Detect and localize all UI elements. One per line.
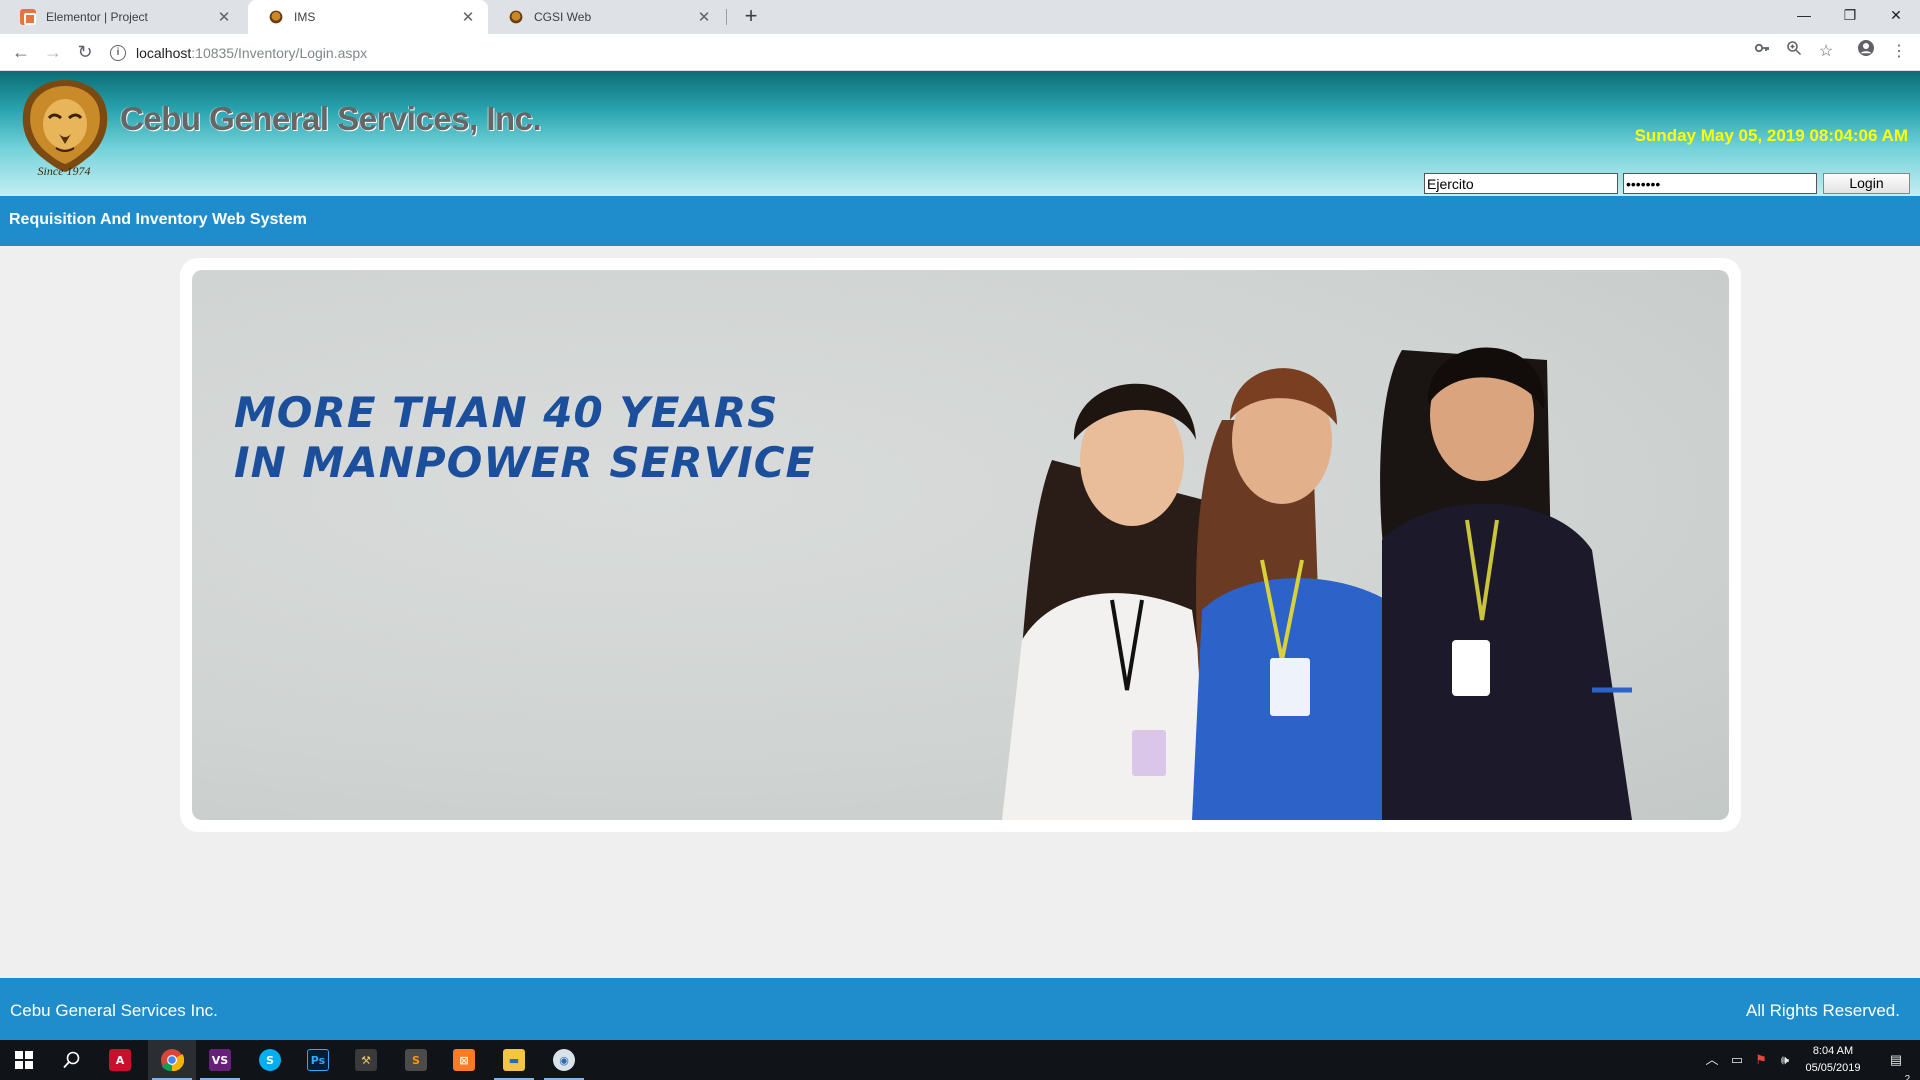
- close-window-icon[interactable]: ✕: [1873, 0, 1919, 30]
- zoom-icon[interactable]: [1781, 39, 1807, 65]
- taskbar-app-visual-studio[interactable]: VS: [196, 1040, 244, 1080]
- elementor-icon: [20, 9, 36, 25]
- headline-line-2: IN MANPOWER SERVICE: [234, 438, 816, 487]
- tab-label: IMS: [294, 10, 316, 24]
- tab-divider: [726, 9, 727, 25]
- network-warning-icon[interactable]: ⚑: [1750, 1040, 1772, 1080]
- menu-dots-icon[interactable]: ⋮: [1886, 39, 1912, 65]
- footer-rights: All Rights Reserved.: [1745, 1001, 1900, 1020]
- reload-icon[interactable]: ↻: [72, 39, 98, 65]
- notification-count: 2: [1904, 1074, 1911, 1080]
- tools-icon: ⚒: [355, 1049, 377, 1071]
- headline-line-1: MORE THAN 40 YEARS: [234, 388, 779, 437]
- banner-frame: MORE THAN 40 YEARS IN MANPOWER SERVICE: [180, 258, 1741, 832]
- taskbar-app-pdf[interactable]: A: [96, 1040, 144, 1080]
- tray-chevron-icon[interactable]: ︿: [1700, 1040, 1724, 1080]
- bookmark-star-icon[interactable]: ☆: [1813, 39, 1839, 65]
- close-icon[interactable]: ✕: [460, 8, 476, 26]
- password-input[interactable]: [1623, 173, 1817, 194]
- profile-icon[interactable]: [1853, 39, 1879, 65]
- skype-icon: S: [259, 1049, 281, 1071]
- taskbar-app-xampp[interactable]: ⊠: [440, 1040, 488, 1080]
- new-tab-button[interactable]: +: [738, 4, 764, 30]
- username-input[interactable]: [1424, 173, 1618, 194]
- taskbar-app-chrome[interactable]: [148, 1040, 196, 1080]
- tab-ims[interactable]: IMS ✕: [248, 0, 488, 34]
- url-host: localhost: [136, 44, 192, 61]
- sublime-text-icon: S: [405, 1049, 427, 1071]
- taskbar-app-skype[interactable]: S: [246, 1040, 294, 1080]
- start-button[interactable]: [0, 1040, 48, 1080]
- site-header: Since 1974 Cebu General Services, Inc. S…: [0, 71, 1920, 196]
- info-icon[interactable]: i: [110, 44, 126, 61]
- close-icon[interactable]: ✕: [696, 8, 712, 26]
- system-title-bar: Requisition And Inventory Web System: [0, 196, 1920, 246]
- hero-banner: MORE THAN 40 YEARS IN MANPOWER SERVICE: [192, 270, 1729, 820]
- minimize-icon[interactable]: —: [1781, 0, 1827, 30]
- logo-caption: Since 1974: [37, 164, 91, 178]
- clock-time: 8:04 AM: [1812, 1045, 1854, 1057]
- url-path: :10835/Inventory/Login.aspx: [191, 44, 368, 61]
- browser-tab-strip: Elementor | Project ✕ IMS ✕ CGSI Web ✕ +…: [0, 0, 1920, 34]
- taskbar-app-paint[interactable]: ◉: [540, 1040, 588, 1080]
- tab-label: CGSI Web: [534, 10, 592, 24]
- taskbar-app-sublime[interactable]: S: [392, 1040, 440, 1080]
- footer-company: Cebu General Services Inc.: [10, 1001, 218, 1020]
- forward-arrow-icon[interactable]: →: [40, 39, 66, 65]
- taskbar-app-photoshop[interactable]: Ps: [294, 1040, 342, 1080]
- company-name: Cebu General Services, Inc.: [120, 100, 542, 137]
- address-bar[interactable]: i localhost:10835/Inventory/Login.aspx: [110, 39, 1810, 66]
- battery-icon[interactable]: ▭: [1726, 1040, 1748, 1080]
- tab-cgsi-web[interactable]: CGSI Web ✕: [488, 0, 724, 34]
- back-arrow-icon[interactable]: ←: [8, 39, 34, 65]
- search-button[interactable]: [48, 1040, 96, 1080]
- visual-studio-icon: VS: [209, 1049, 231, 1071]
- search-icon: [63, 1051, 80, 1069]
- taskbar-app-file-explorer[interactable]: ▬: [490, 1040, 538, 1080]
- chrome-icon: [161, 1049, 184, 1072]
- banner-headline: MORE THAN 40 YEARS IN MANPOWER SERVICE: [234, 388, 815, 488]
- pdf-reader-icon: A: [109, 1049, 131, 1071]
- tab-label: Elementor | Project: [46, 10, 148, 24]
- windows-logo-icon: [15, 1051, 33, 1069]
- clock-date: 05/05/2019: [1805, 1062, 1861, 1074]
- lion-logo: [22, 80, 108, 172]
- staff-photo: [1002, 347, 1632, 820]
- key-icon[interactable]: [1749, 39, 1775, 65]
- paint-palette-icon: ◉: [553, 1049, 575, 1071]
- site-footer: Cebu General Services Inc. All Rights Re…: [0, 978, 1920, 1040]
- current-datetime: Sunday May 05, 2019 08:04:06 AM: [1634, 126, 1908, 145]
- close-icon[interactable]: ✕: [216, 8, 232, 26]
- lion-icon: [509, 10, 523, 24]
- notification-center-icon[interactable]: ▤ 2: [1876, 1040, 1916, 1080]
- tab-elementor[interactable]: Elementor | Project ✕: [0, 0, 244, 34]
- browser-toolbar: ← → ↻ i localhost:10835/Inventory/Login.…: [0, 34, 1920, 71]
- system-title: Requisition And Inventory Web System: [9, 211, 307, 228]
- restore-icon[interactable]: ❐: [1827, 0, 1873, 30]
- login-button[interactable]: Login: [1823, 173, 1910, 194]
- photoshop-icon: Ps: [307, 1049, 329, 1071]
- folder-icon: ▬: [503, 1049, 525, 1071]
- system-clock[interactable]: 8:04 AM 05/05/2019: [1790, 1043, 1876, 1077]
- lion-icon: [269, 10, 283, 24]
- taskbar-app-tools[interactable]: ⚒: [342, 1040, 390, 1080]
- windows-taskbar: A VS S Ps ⚒ S ⊠ ▬ ◉ ︿ ▭ ⚑ 🕪 8:04 AM 05/0…: [0, 1040, 1920, 1080]
- xampp-icon: ⊠: [453, 1049, 475, 1071]
